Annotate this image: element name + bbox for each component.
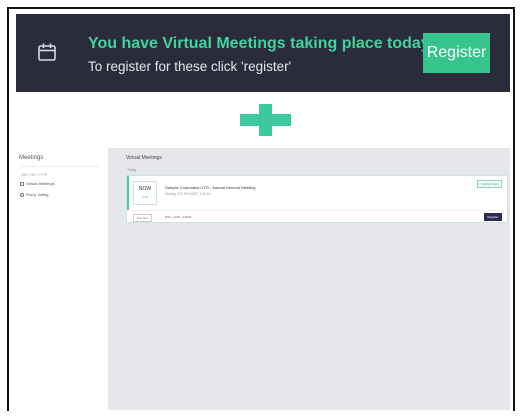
sidebar-section-label: MEETING TYPE	[21, 173, 47, 177]
sidebar-item-label: Proxy Voting	[26, 192, 49, 197]
section-label-today: Today	[127, 168, 137, 172]
meeting-reference: 2nd Nov	[133, 214, 153, 222]
sidebar-title: Meetings	[19, 155, 44, 161]
meeting-name: Sample Corporation LTD - Annual General …	[165, 185, 256, 190]
card-divider	[127, 210, 507, 211]
calendar-icon	[38, 43, 56, 61]
meeting-card[interactable]: NOW LIVE Sample Corporation LTD - Annual…	[126, 175, 508, 223]
plus-icon	[240, 104, 291, 136]
date-sub: LIVE	[141, 195, 149, 199]
date-box: NOW LIVE	[133, 181, 157, 205]
meeting-time: Starting 3:00 PM (GMT) 1:00:00	[165, 192, 211, 196]
date-main: NOW	[138, 186, 152, 192]
gear-icon	[20, 192, 24, 197]
main-content: Virtual Meetings Today NOW LIVE Sample C…	[108, 148, 510, 410]
sidebar-item-proxy-voting[interactable]: Proxy Voting	[20, 192, 48, 197]
card-accent	[127, 176, 129, 210]
register-button[interactable]: Register	[423, 33, 490, 73]
virtual-meetings-banner: You have Virtual Meetings taking place t…	[16, 14, 510, 92]
meeting-code: MTG_AGM_LIVE01	[165, 215, 192, 219]
status-badge: Voting Open	[477, 180, 502, 188]
meeting-register-button[interactable]: Register	[484, 213, 502, 221]
meetings-app-screenshot: Meetings MEETING TYPE Virtual Meetings P…	[16, 148, 510, 410]
banner-subtitle: To register for these click 'register'	[88, 59, 292, 74]
sidebar-item-label: Virtual Meetings	[26, 181, 55, 186]
meeting-icon	[20, 181, 24, 186]
sidebar: Meetings MEETING TYPE Virtual Meetings P…	[16, 148, 108, 410]
sidebar-item-virtual-meetings[interactable]: Virtual Meetings	[20, 181, 55, 186]
sidebar-divider	[19, 166, 99, 167]
banner-title: You have Virtual Meetings taking place t…	[88, 35, 430, 52]
page-title: Virtual Meetings	[126, 155, 162, 161]
